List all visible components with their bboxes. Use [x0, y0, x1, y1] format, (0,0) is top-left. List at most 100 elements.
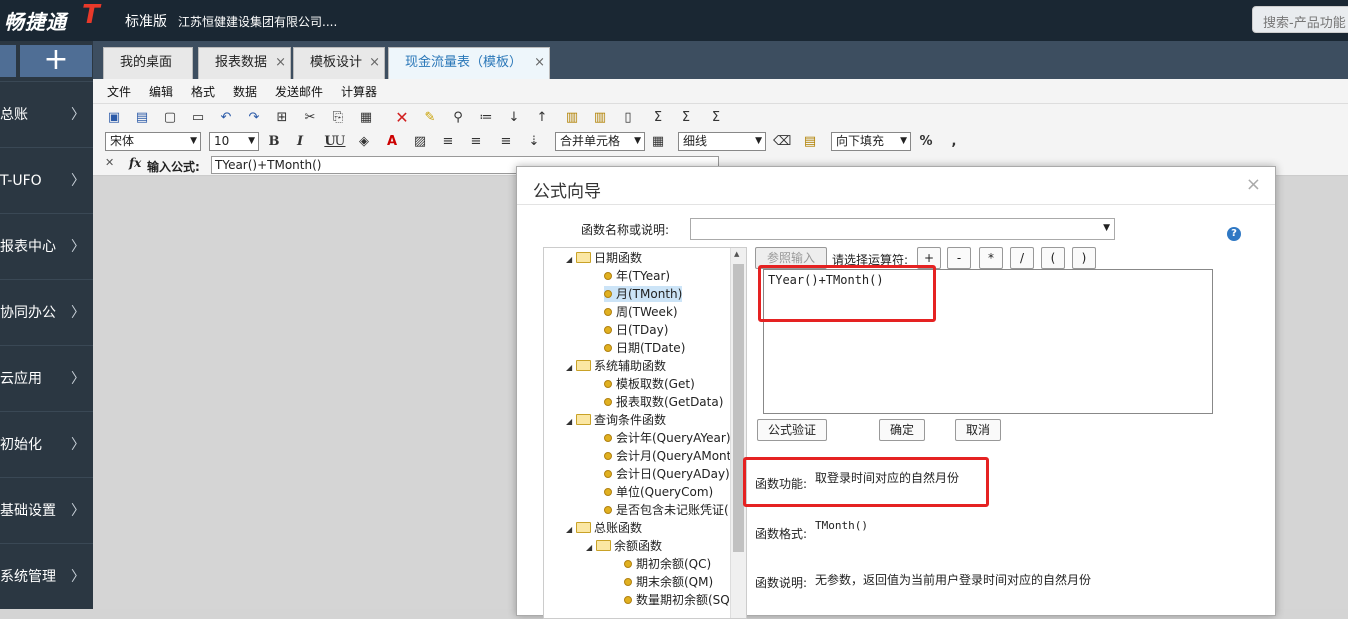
tab-report-data[interactable]: 报表数据 × — [198, 47, 291, 79]
tree-scrollbar[interactable]: ▲ — [730, 248, 746, 618]
scroll-up-icon[interactable]: ▲ — [734, 250, 739, 258]
close-icon[interactable]: × — [369, 48, 380, 78]
sum-col-icon[interactable]: Σ — [707, 109, 725, 126]
cancel-button[interactable]: 取消 — [955, 419, 1001, 441]
eraser-icon[interactable]: ⌫ — [773, 133, 791, 150]
tree-folder[interactable]: ◢ 余额函数 — [586, 538, 662, 556]
expand-icon[interactable]: ◢ — [566, 252, 576, 268]
add-button[interactable]: + — [20, 45, 92, 77]
tree-item[interactable]: 会计月(QueryAMonth — [604, 448, 739, 464]
find-icon[interactable]: ⚲ — [449, 109, 467, 126]
tab-desktop[interactable]: 我的桌面 — [103, 47, 193, 79]
tree-folder[interactable]: ◢ 日期函数 — [566, 250, 642, 268]
tree-item[interactable]: 日期(TDate) — [604, 340, 685, 356]
copy-icon[interactable]: ⎘ — [329, 109, 347, 126]
tab-cashflow-template[interactable]: 现金流量表（模板） × — [388, 47, 550, 79]
save-icon[interactable]: ▣ — [105, 109, 123, 126]
paste-icon[interactable]: ▦ — [357, 109, 375, 126]
sidebar-item-tufo[interactable]: T-UFO 〉 — [0, 147, 93, 213]
sidebar-collapse-button[interactable] — [0, 45, 16, 77]
close-icon[interactable]: × — [275, 48, 286, 78]
tree-folder[interactable]: ◢ 总账函数 — [566, 520, 642, 538]
menu-file[interactable]: 文件 — [107, 83, 131, 100]
clipboard-icon[interactable]: ▥ — [563, 109, 581, 126]
tree-item[interactable]: 数量期初余额(SQ — [624, 592, 730, 608]
tree-folder[interactable]: ◢ 查询条件函数 — [566, 412, 666, 430]
replace-icon[interactable]: ≔ — [477, 109, 495, 126]
select-all-icon[interactable]: ⊞ — [273, 109, 291, 126]
expand-icon[interactable]: ◢ — [586, 540, 596, 556]
align-center-icon[interactable]: ≡ — [467, 133, 485, 150]
operator-multiply-button[interactable]: * — [979, 247, 1003, 269]
help-icon[interactable]: ? — [1227, 227, 1241, 241]
search-input[interactable]: 搜索-产品功能 — [1252, 6, 1348, 33]
border-grid-icon[interactable]: ▦ — [649, 133, 667, 150]
percent-button[interactable]: % — [917, 133, 935, 150]
tree-item[interactable]: 年(TYear) — [604, 268, 670, 284]
merge-select[interactable]: 合并单元格 ▼ — [555, 132, 645, 151]
bold-button[interactable]: B — [265, 133, 283, 150]
tab-template-design[interactable]: 模板设计 × — [293, 47, 385, 79]
cancel-formula-icon[interactable]: ✕ — [105, 156, 114, 169]
sort-asc-icon[interactable]: ↓ — [505, 109, 523, 126]
function-name-select[interactable]: ▼ — [690, 218, 1115, 240]
sum-icon[interactable]: Σ — [649, 109, 667, 126]
comma-button[interactable]: , — [945, 133, 963, 150]
font-color-icon[interactable]: A — [383, 133, 401, 150]
page-icon[interactable]: ▯ — [619, 109, 637, 126]
close-icon[interactable]: × — [534, 48, 545, 78]
format-icon[interactable]: ▤ — [801, 133, 819, 150]
align-left-icon[interactable]: ≡ — [439, 133, 457, 150]
clipboard2-icon[interactable]: ▥ — [591, 109, 609, 126]
operator-minus-button[interactable]: - — [947, 247, 971, 269]
save-all-icon[interactable]: ▤ — [133, 109, 151, 126]
wrap-icon[interactable]: ⇣ — [525, 133, 543, 150]
menu-send-email[interactable]: 发送邮件 — [275, 83, 323, 100]
redo-icon[interactable]: ↷ — [245, 109, 263, 126]
operator-rparen-button[interactable]: ) — [1072, 247, 1096, 269]
tree-folder[interactable]: ◢ 系统辅助函数 — [566, 358, 666, 376]
font-select[interactable]: 宋体 ▼ — [105, 132, 201, 151]
italic-button[interactable]: I — [291, 133, 309, 150]
operator-divide-button[interactable]: / — [1010, 247, 1034, 269]
menu-calculator[interactable]: 计算器 — [341, 83, 377, 100]
tree-item[interactable]: 会计年(QueryAYear) — [604, 430, 731, 446]
sidebar-item-report-center[interactable]: 报表中心〉 — [0, 213, 93, 279]
ok-button[interactable]: 确定 — [879, 419, 925, 441]
delete-icon[interactable]: ✕ — [393, 109, 411, 126]
sidebar-item-system-admin[interactable]: 系统管理〉 — [0, 543, 93, 609]
menu-edit[interactable]: 编辑 — [149, 83, 173, 100]
expand-icon[interactable]: ◢ — [566, 360, 576, 376]
tree-item[interactable]: 日(TDay) — [604, 322, 668, 338]
tree-item-selected[interactable]: 月(TMonth) — [604, 286, 683, 302]
sidebar-item-init[interactable]: 初始化 〉 — [0, 411, 93, 477]
sidebar-item-collab[interactable]: 协同办公〉 — [0, 279, 93, 345]
tree-item[interactable]: 期末余额(QM) — [624, 574, 713, 590]
expand-icon[interactable]: ◢ — [566, 414, 576, 430]
tree-item[interactable]: 周(TWeek) — [604, 304, 678, 320]
font-size-select[interactable]: 10 ▼ — [209, 132, 259, 151]
menu-data[interactable]: 数据 — [233, 83, 257, 100]
fill-down-select[interactable]: 向下填充 ▼ — [831, 132, 911, 151]
format-painter-icon[interactable]: ✎ — [421, 109, 439, 126]
sum-row-icon[interactable]: Σ — [677, 109, 695, 126]
underline-double-button[interactable]: U — [331, 133, 349, 150]
print-preview-icon[interactable]: ▢ — [161, 109, 179, 126]
background-icon[interactable]: ▨ — [411, 133, 429, 150]
tree-item[interactable]: 是否包含未记账凭证( — [604, 502, 729, 518]
expand-icon[interactable]: ◢ — [566, 522, 576, 538]
tree-item[interactable]: 模板取数(Get) — [604, 376, 695, 392]
undo-icon[interactable]: ↶ — [217, 109, 235, 126]
verify-formula-button[interactable]: 公式验证 — [757, 419, 827, 441]
border-style-select[interactable]: 细线 ▼ — [678, 132, 766, 151]
tree-item[interactable]: 单位(QueryCom) — [604, 484, 713, 500]
tree-item[interactable]: 报表取数(GetData) — [604, 394, 723, 410]
sidebar-item-cloud[interactable]: 云应用 〉 — [0, 345, 93, 411]
operator-lparen-button[interactable]: ( — [1041, 247, 1065, 269]
sidebar-item-gl[interactable]: 总账 〉 — [0, 81, 93, 147]
close-icon[interactable]: × — [1246, 174, 1261, 195]
sidebar-item-basic-settings[interactable]: 基础设置〉 — [0, 477, 93, 543]
menu-format[interactable]: 格式 — [191, 83, 215, 100]
print-icon[interactable]: ▭ — [189, 109, 207, 126]
sort-desc-icon[interactable]: ↑ — [533, 109, 551, 126]
